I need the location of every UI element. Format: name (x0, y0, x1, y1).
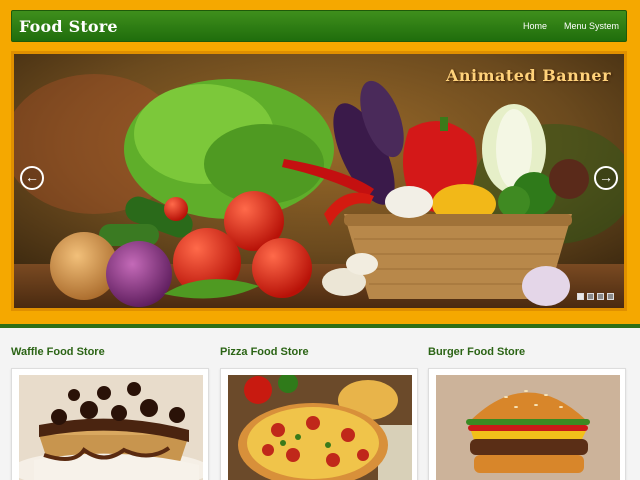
slide-dot-4[interactable] (607, 293, 614, 300)
store-burger: Burger Food Store (428, 346, 628, 480)
brand-logo[interactable]: Food Store (19, 17, 118, 36)
slide-dot-1[interactable] (577, 293, 584, 300)
banner-title: Animated Banner (445, 66, 611, 85)
header-divider (0, 324, 640, 328)
navbar: Food Store Home Menu System (11, 10, 627, 42)
slide-dot-3[interactable] (597, 293, 604, 300)
burger-photo (436, 375, 620, 480)
prev-slide-button[interactable]: ← (20, 166, 44, 190)
store-title[interactable]: Waffle Food Store (11, 346, 211, 358)
next-slide-button[interactable]: → (594, 166, 618, 190)
nav-menu-system[interactable]: Menu System (564, 21, 619, 31)
store-waffle: Waffle Food Store (11, 346, 211, 480)
slide-dot-2[interactable] (587, 293, 594, 300)
pizza-photo (228, 375, 412, 480)
store-card[interactable] (11, 368, 209, 480)
banner-slider: Animated Banner ← → (11, 51, 627, 311)
nav-links: Home Menu System (523, 21, 619, 31)
slide-dots (577, 293, 614, 300)
store-title[interactable]: Pizza Food Store (220, 346, 420, 358)
arrow-right-icon: → (599, 169, 613, 185)
waffle-photo (19, 375, 203, 480)
store-card[interactable] (428, 368, 626, 480)
store-pizza: Pizza Food Store (220, 346, 420, 480)
store-title[interactable]: Burger Food Store (428, 346, 628, 358)
banner-image (14, 54, 624, 308)
store-card[interactable] (220, 368, 418, 480)
nav-home[interactable]: Home (523, 21, 547, 31)
arrow-left-icon: ← (25, 169, 39, 185)
